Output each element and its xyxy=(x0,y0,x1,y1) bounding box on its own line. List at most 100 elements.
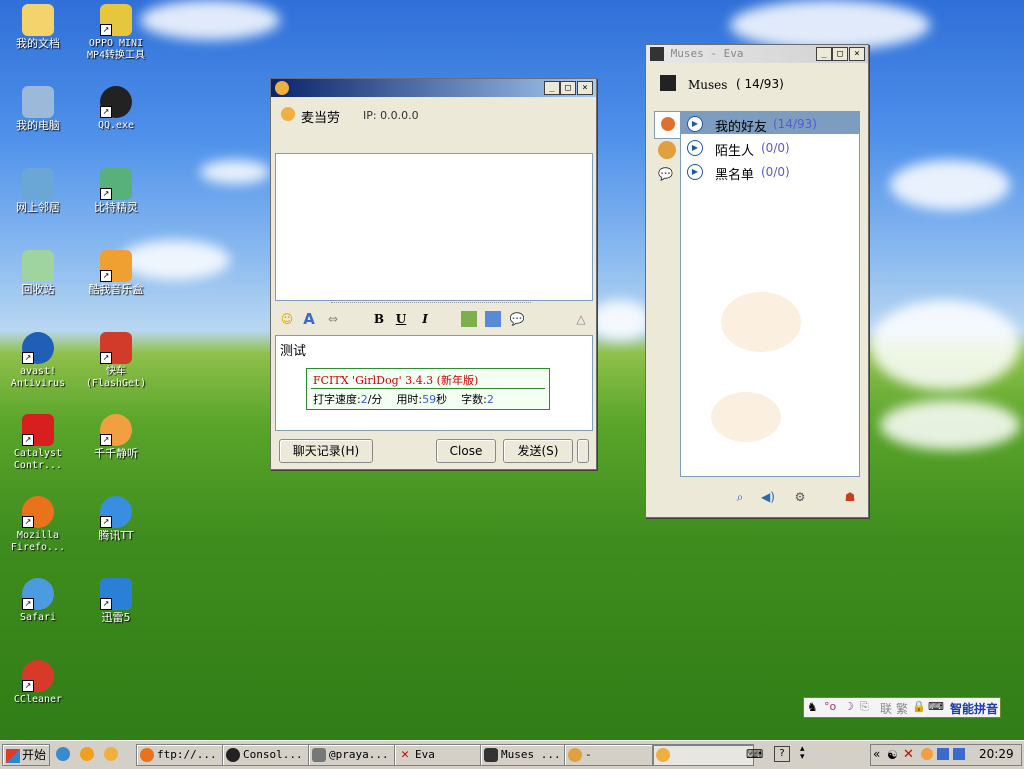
group-row-friends[interactable]: ▶ 我的好友 (14/93) xyxy=(685,114,857,135)
association-toggle[interactable]: 联 xyxy=(880,700,892,717)
bitspirit-icon: ↗ xyxy=(100,168,132,200)
tray-expand-button[interactable]: « xyxy=(873,747,880,761)
flashget-icon: ↗ xyxy=(100,332,132,364)
chat-history-button[interactable]: 聊天记录(H) xyxy=(279,439,373,463)
splitter-handle[interactable] xyxy=(331,302,531,305)
clock[interactable]: 20:29 xyxy=(979,747,1014,761)
cloud xyxy=(730,0,930,50)
desktop-icon-kuwo[interactable]: ↗ 酷我音乐盒 xyxy=(80,250,152,296)
expand-icon[interactable]: ▶ xyxy=(687,116,703,132)
ime-mode-label[interactable]: 智能拼音 xyxy=(950,700,998,717)
ie-quicklaunch-icon[interactable] xyxy=(56,747,70,761)
close-window-button[interactable]: × xyxy=(577,81,593,95)
send-button[interactable]: 发送(S) xyxy=(503,439,573,463)
tab-chat-icon[interactable]: 💬 xyxy=(658,167,676,181)
desktop-icon-label: Safari xyxy=(19,612,57,623)
contact-list[interactable]: ▶ 我的好友 (14/93) ▶ 陌生人 (0/0) ▶ 黑名单 (0/0) xyxy=(680,111,860,477)
message-input[interactable]: 测试 FCITX 'GirlDog' 3.4.3 (新年版) 打字速度:2/分 … xyxy=(275,335,593,431)
keyboard-icon[interactable]: ⌨ xyxy=(928,700,944,713)
desktop-icon-my-documents[interactable]: 我的文档 xyxy=(2,4,74,50)
desktop-icon-catalyst[interactable]: ↗ Catalyst Contr... xyxy=(2,414,74,472)
task-button-firefox[interactable]: ftp://... xyxy=(136,744,236,766)
bold-button[interactable]: B xyxy=(371,311,387,327)
desktop-icon-avast[interactable]: ↗ avast! Antivirus xyxy=(2,332,74,390)
desktop-icon-safari[interactable]: ↗ Safari xyxy=(2,578,74,624)
expand-icon[interactable]: ▶ xyxy=(687,164,703,180)
speaker-icon[interactable]: ◀) xyxy=(760,489,776,505)
tray-yinyang-icon[interactable]: ☯ xyxy=(887,748,898,762)
screen-capture-icon[interactable]: ⇔ xyxy=(325,311,341,327)
desktop-icon-label: 比特精灵 xyxy=(94,201,138,214)
tab-group-icon[interactable] xyxy=(658,141,676,159)
start-label: 开始 xyxy=(22,748,47,762)
group-row-blacklist[interactable]: ▶ 黑名单 (0/0) xyxy=(685,162,857,183)
search-icon[interactable]: ⌕ xyxy=(732,489,748,505)
punctuation-icon[interactable]: °o xyxy=(824,700,836,713)
desktop-icon-bitspirit[interactable]: ↗ 比特精灵 xyxy=(80,168,152,214)
task-button-console[interactable]: Consol... xyxy=(222,744,322,766)
desktop-icon-ttplayer[interactable]: ↗ 千千静听 xyxy=(80,414,152,460)
task-button-praya[interactable]: @praya... xyxy=(308,744,408,766)
ati-icon: ↗ xyxy=(22,414,54,446)
user-avatar[interactable] xyxy=(660,75,676,91)
close-button[interactable]: Close xyxy=(436,439,496,463)
italic-button[interactable]: I xyxy=(417,311,433,327)
eva-titlebar[interactable]: Muses - Eva _ □ × xyxy=(646,45,868,63)
tray-ttplayer-icon[interactable] xyxy=(921,748,933,760)
send-options-button[interactable] xyxy=(577,439,589,463)
ime-arrow-icon[interactable]: ▴ ▾ xyxy=(800,745,805,762)
keyboard-icon[interactable]: ⌨ xyxy=(746,747,763,761)
task-button-chat[interactable]: - xyxy=(564,744,666,766)
moon-icon[interactable]: ☽ xyxy=(844,700,854,713)
symbol-icon[interactable]: ⎘ xyxy=(860,700,869,714)
desktop-icon-flashget[interactable]: ↗ 快车 (FlashGet) xyxy=(80,332,152,390)
help-icon[interactable]: ? xyxy=(774,746,790,762)
font-icon[interactable]: A xyxy=(301,311,317,327)
desktop-icon-label: 我的文档 xyxy=(16,37,60,50)
close-window-button[interactable]: × xyxy=(849,47,865,61)
expand-icon[interactable]: ▶ xyxy=(687,140,703,156)
taskbar: 开始 ftp://... Consol... @praya... ✕ Eva Mu… xyxy=(0,740,1024,769)
maximize-button[interactable]: □ xyxy=(832,47,848,61)
underline-button[interactable]: U xyxy=(393,311,409,327)
desktop-icon-qq[interactable]: ↗ QQ.exe xyxy=(80,86,152,132)
eva-online-count: ( 14/93) xyxy=(736,77,784,91)
start-button[interactable]: 开始 xyxy=(2,744,50,766)
thunder-icon: ↗ xyxy=(100,578,132,610)
tray-network-icon[interactable] xyxy=(937,748,949,760)
group-row-strangers[interactable]: ▶ 陌生人 (0/0) xyxy=(685,138,857,159)
tray-monitor-icon[interactable] xyxy=(953,748,965,760)
task-button-active-chat[interactable] xyxy=(652,744,754,766)
desktop-icon-thunder[interactable]: ↗ 迅雷5 xyxy=(80,578,152,624)
tab-friends[interactable] xyxy=(654,111,682,139)
desktop-icon-recycle-bin[interactable]: 回收站 xyxy=(2,250,74,296)
system-menu-icon[interactable]: ☗ xyxy=(842,489,858,505)
qq-quicklaunch-icon[interactable] xyxy=(104,747,118,761)
desktop-icon-firefox[interactable]: ↗ Mozilla Firefo... xyxy=(2,496,74,554)
send-file-icon[interactable] xyxy=(485,311,501,327)
chat-bubble-icon[interactable]: 💬 xyxy=(509,311,525,327)
emoticon-icon[interactable]: ☺ xyxy=(279,311,295,327)
lock-icon[interactable]: 🔒 xyxy=(912,700,926,713)
tray-eva-icon[interactable]: ✕ xyxy=(903,747,914,762)
maximize-button[interactable]: □ xyxy=(560,81,576,95)
message-history-area[interactable] xyxy=(275,153,593,301)
gear-icon[interactable]: ⚙ xyxy=(792,489,808,505)
eva-x-icon: ✕ xyxy=(401,747,409,762)
desktop-icon-my-computer[interactable]: 我的电脑 xyxy=(2,86,74,132)
ime-status-bar[interactable]: ♞ °o ☽ ⎘ 联 繁 🔒 ⌨ 智能拼音 xyxy=(803,697,1001,718)
penguin-icon[interactable]: ♞ xyxy=(807,700,818,714)
safari-icon: ↗ xyxy=(22,578,54,610)
desktop-icon-mp4-converter[interactable]: ↗ OPPO MINI MP4转换工具 xyxy=(80,4,152,62)
group-name: 陌生人 xyxy=(715,144,755,159)
minimize-button[interactable]: _ xyxy=(544,81,560,95)
chat-window-titlebar[interactable]: _ □ × xyxy=(271,79,596,97)
minimize-button[interactable]: _ xyxy=(816,47,832,61)
desktop-icon-network[interactable]: 网上邻居 xyxy=(2,168,74,214)
desktop-icon-tencent-tt[interactable]: ↗ 腾讯TT xyxy=(80,496,152,542)
traditional-toggle[interactable]: 繁 xyxy=(896,700,908,717)
send-image-icon[interactable] xyxy=(461,311,477,327)
quicklaunch-icon[interactable] xyxy=(80,747,94,761)
shake-icon[interactable]: △ xyxy=(573,311,589,327)
desktop-icon-ccleaner[interactable]: ↗ CCleaner xyxy=(2,660,74,706)
